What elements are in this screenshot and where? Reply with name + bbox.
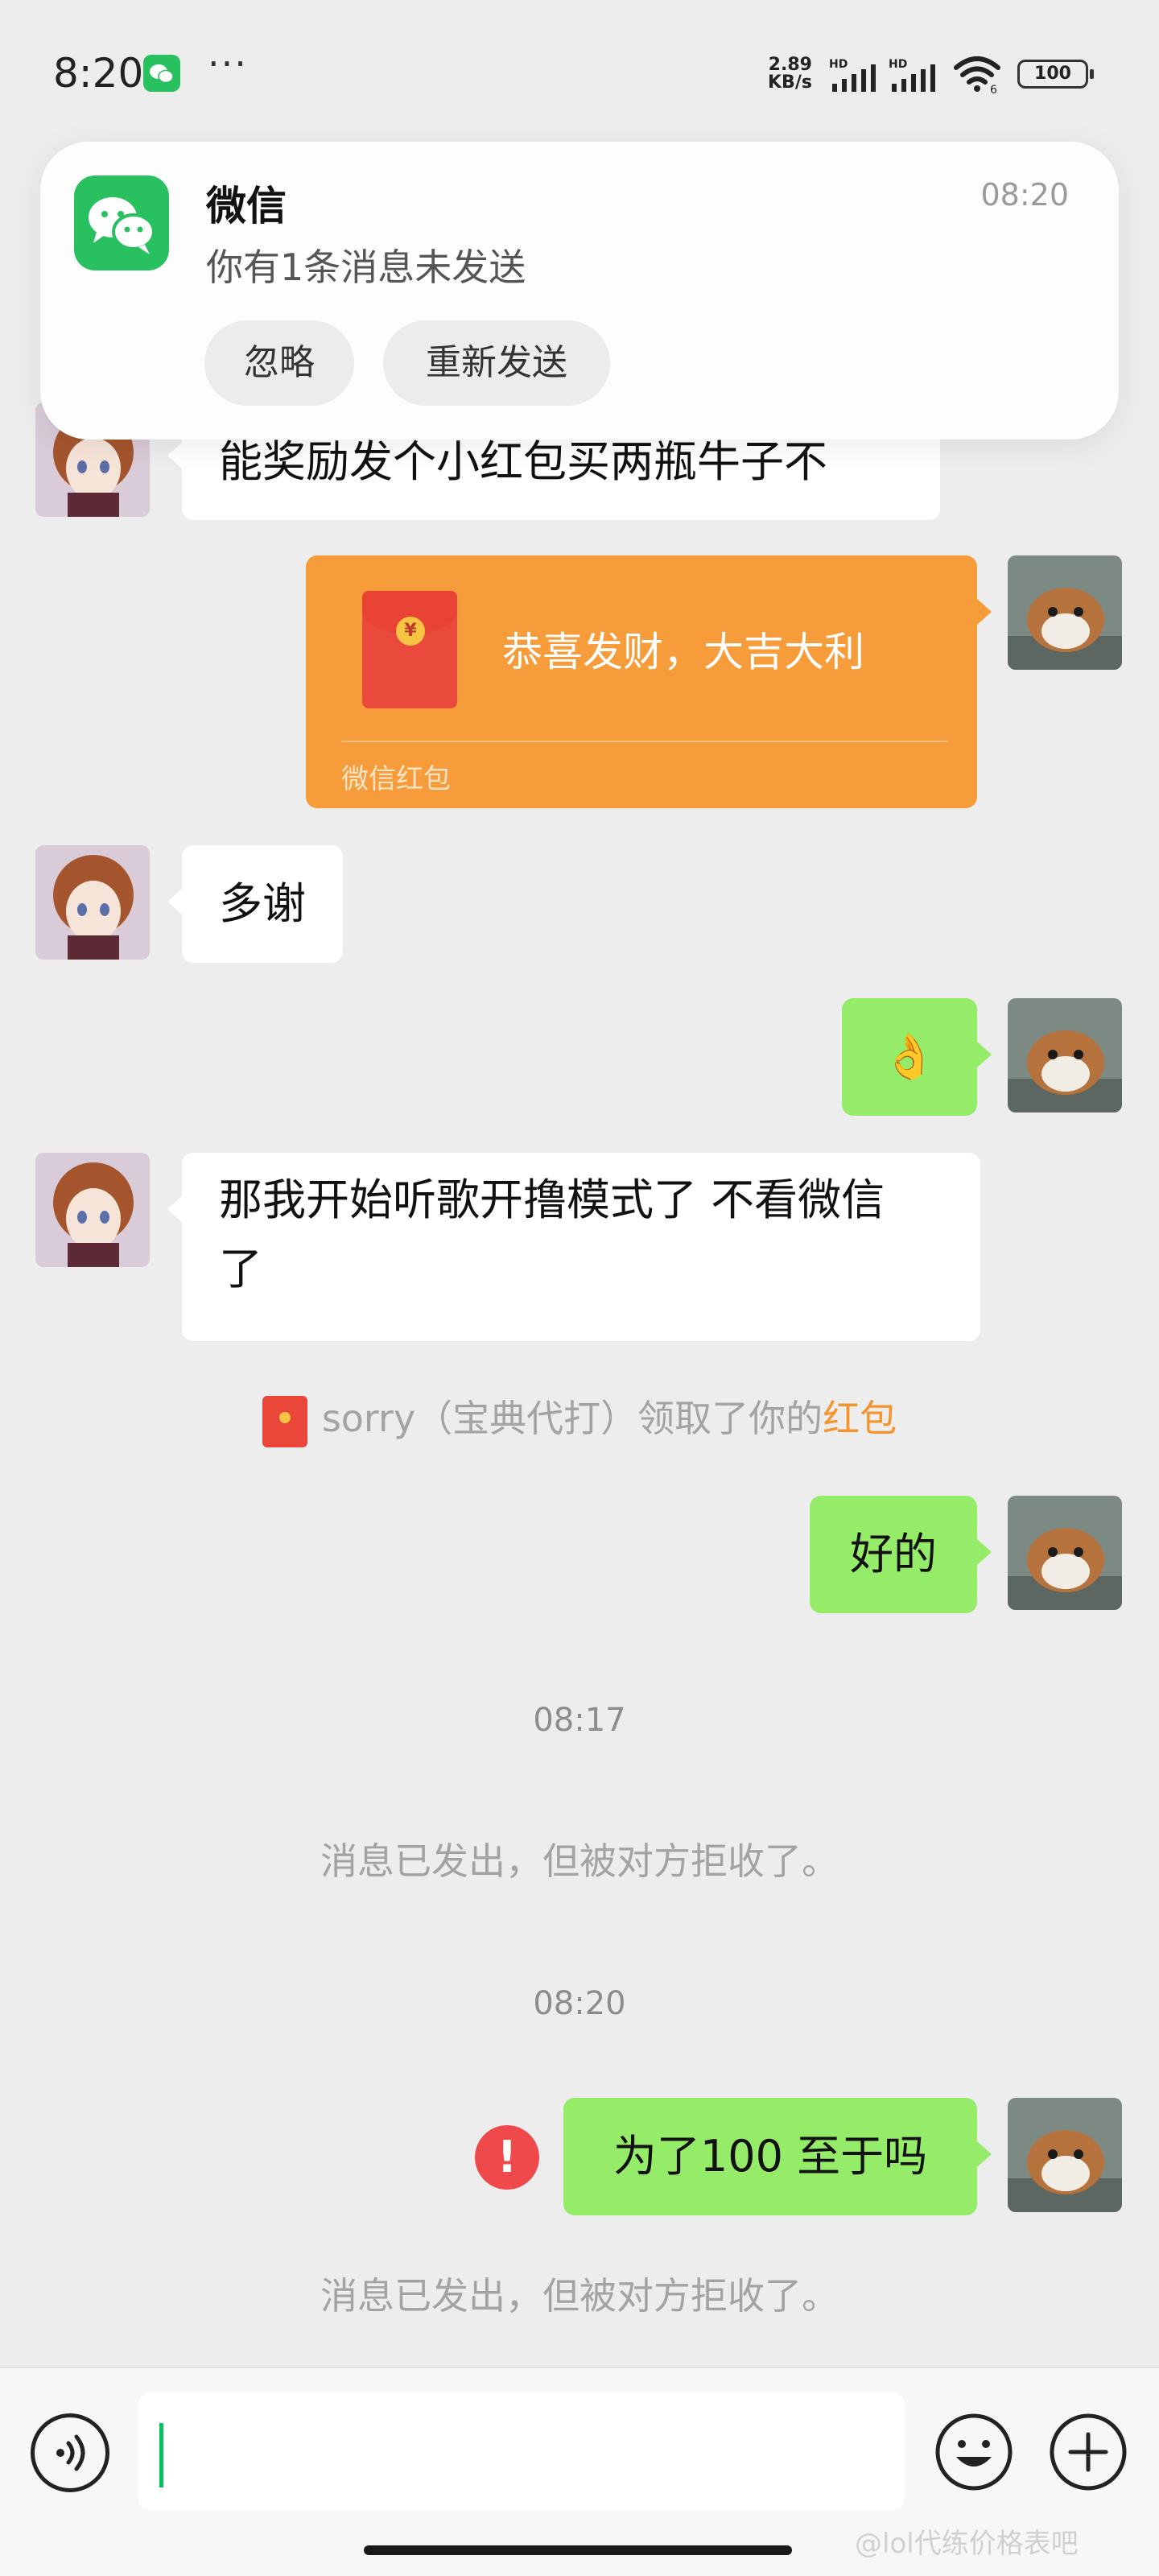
contact-avatar[interactable] — [35, 845, 150, 960]
emoji-button[interactable] — [934, 2412, 1014, 2492]
red-packet-footer: 微信红包 — [341, 763, 451, 795]
bubble-tail — [977, 599, 992, 625]
signal-strength-2-icon: HD — [889, 58, 935, 92]
message-input[interactable] — [138, 2392, 905, 2510]
rejected-notice: 消息已发出，但被对方拒收了。 — [320, 1839, 839, 1883]
signal-strength-1-icon: HD — [829, 58, 876, 92]
signal-2-label: HD — [889, 58, 907, 71]
self-avatar[interactable] — [1008, 555, 1122, 670]
notification-banner[interactable]: 微信 08:20 你有1条消息未发送 忽略 重新发送 — [40, 142, 1119, 440]
ignore-button[interactable]: 忽略 — [204, 320, 354, 406]
bubble-tail — [977, 1042, 992, 1067]
red-packet-claimed-notice: sorry（宝典代打）领取了你的红包 — [0, 1389, 1159, 1447]
input-bar: @lol代练价格表吧 — [0, 2367, 1159, 2576]
bubble-tail — [977, 2141, 992, 2167]
wifi-icon: 6 — [954, 56, 1000, 95]
resend-button[interactable]: 重新发送 — [383, 320, 610, 406]
network-speed-value: 2.89 — [768, 55, 812, 75]
text-cursor — [159, 2423, 163, 2487]
voice-icon — [56, 2434, 85, 2471]
timestamp: 08:17 — [533, 1702, 626, 1739]
contact-avatar[interactable] — [35, 1153, 150, 1267]
network-speed: 2.89 KB/s — [768, 56, 812, 92]
emoji-icon — [935, 2413, 1013, 2491]
more-notifications-icon: ··· — [208, 42, 248, 85]
wechat-notification-icon — [143, 55, 180, 92]
self-avatar[interactable] — [1008, 1496, 1122, 1610]
plus-icon — [1050, 2413, 1127, 2491]
signal-1-label: HD — [829, 58, 848, 71]
wechat-app-icon — [74, 175, 169, 270]
watermark: @lol代练价格表吧 — [855, 2528, 1079, 2560]
message-bubble-outgoing[interactable]: 👌 — [842, 998, 977, 1116]
battery-indicator: 100 — [1017, 60, 1094, 89]
red-envelope-icon: ¥ — [362, 591, 457, 708]
message-bubble-incoming[interactable]: 多谢 — [182, 845, 343, 963]
rejected-notice: 消息已发出，但被对方拒收了。 — [320, 2274, 839, 2318]
wifi-badge: 6 — [990, 84, 997, 95]
red-envelope-icon — [262, 1395, 307, 1447]
coin-icon: ¥ — [396, 617, 425, 646]
timestamp: 08:20 — [533, 1985, 626, 2022]
more-functions-button[interactable] — [1048, 2412, 1128, 2492]
red-packet-greeting: 恭喜发财，大吉大利 — [502, 629, 864, 675]
network-speed-unit: KB/s — [768, 72, 812, 93]
notification-message: 你有1条消息未发送 — [206, 246, 526, 289]
self-avatar[interactable] — [1008, 998, 1122, 1113]
status-time: 8:20 — [53, 50, 144, 97]
message-bubble-outgoing[interactable]: 好的 — [810, 1496, 977, 1613]
notification-app-name: 微信 — [206, 183, 287, 229]
bubble-tail — [167, 1196, 182, 1222]
self-avatar[interactable] — [1008, 2098, 1122, 2212]
message-bubble-outgoing[interactable]: 为了100 至于吗 — [563, 2098, 977, 2215]
message-bubble-incoming[interactable]: 那我开始听歌开撸模式了 不看微信 了 — [182, 1153, 980, 1341]
home-indicator[interactable] — [364, 2545, 792, 2555]
claim-text: sorry（宝典代打）领取了你的 — [321, 1397, 823, 1440]
red-packet-link[interactable]: 红包 — [823, 1397, 897, 1440]
notification-time: 08:20 — [980, 177, 1069, 213]
message-line: 了 — [219, 1244, 262, 1294]
status-bar: 8:20 ··· 2.89 KB/s HD HD 6 100 — [0, 0, 1159, 145]
red-packet-divider — [341, 741, 948, 742]
message-line: 那我开始听歌开撸模式了 不看微信 — [219, 1174, 885, 1225]
bubble-tail — [167, 443, 182, 469]
voice-input-button[interactable] — [31, 2413, 109, 2492]
bubble-tail — [167, 889, 182, 914]
send-failed-icon[interactable]: ! — [475, 2125, 539, 2190]
bubble-tail — [977, 1539, 992, 1565]
red-packet-message[interactable]: ¥ 恭喜发财，大吉大利 微信红包 — [306, 555, 977, 808]
